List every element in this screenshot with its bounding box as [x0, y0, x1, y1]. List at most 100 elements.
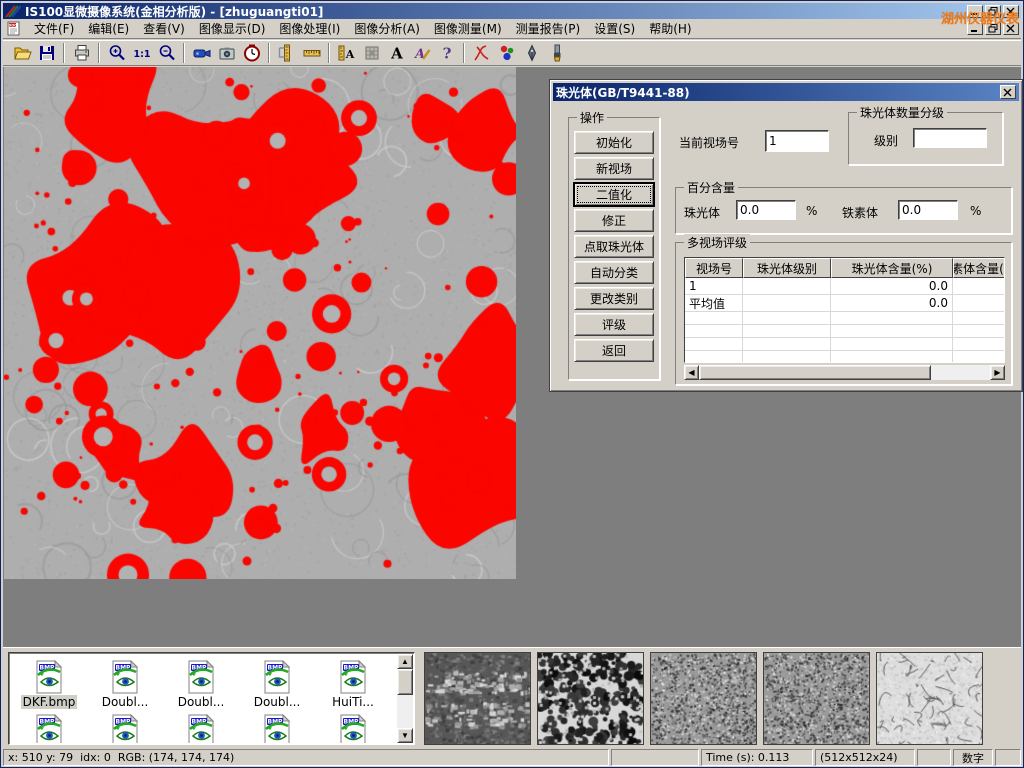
table-row-6[interactable] — [685, 351, 1004, 363]
zoom-out-button[interactable] — [154, 41, 179, 65]
op-button-9[interactable]: 返回 — [574, 339, 654, 362]
op-button-6[interactable]: 自动分类 — [574, 261, 654, 284]
table-header-2[interactable]: 珠光体级别 — [743, 258, 831, 278]
pearlite-value-input[interactable] — [736, 200, 796, 220]
file-item-3[interactable]: BMPDoubl... — [163, 655, 239, 709]
zoom-in-button[interactable] — [104, 41, 129, 65]
thumbnail-3[interactable] — [650, 652, 757, 745]
grid-merge-button[interactable] — [359, 41, 384, 65]
timer-icon — [242, 43, 262, 63]
scrollbar-thumb[interactable] — [397, 669, 413, 695]
table-header-3[interactable]: 珠光体含量(%) — [831, 258, 953, 278]
classify-dots-button[interactable] — [494, 41, 519, 65]
table-row-3[interactable] — [685, 312, 1004, 325]
file-name[interactable]: DKF.bmp — [21, 695, 78, 709]
op-button-7[interactable]: 更改类别 — [574, 287, 654, 310]
save-button[interactable] — [34, 41, 59, 65]
text-edit-button[interactable]: A — [409, 41, 434, 65]
table-header-4[interactable]: 铁素体含量(%) — [953, 258, 1005, 278]
file-name[interactable]: Doubl... — [100, 695, 151, 709]
thumbnail-5[interactable] — [876, 652, 983, 745]
menu-item-7[interactable]: 图像测量(M) — [427, 18, 509, 39]
file-item-2[interactable]: BMPDoubl... — [87, 655, 163, 709]
camera-capture-icon — [217, 43, 237, 63]
brush-tool-button[interactable] — [544, 41, 569, 65]
pen-tool-button[interactable] — [519, 41, 544, 65]
pen-tool-icon — [522, 43, 542, 63]
op-button-3[interactable]: 二值化 — [574, 183, 654, 206]
menu-item-4[interactable]: 图像显示(D) — [192, 18, 273, 39]
file-name[interactable]: HuiTi... — [330, 695, 376, 709]
scroll-down-button[interactable]: ▼ — [397, 728, 413, 743]
menu-item-8[interactable]: 测量报告(P) — [509, 18, 588, 39]
dialog-titlebar[interactable]: 珠光体(GB/T9441-88) — [553, 83, 1019, 101]
menu-item-9[interactable]: 设置(S) — [587, 18, 642, 39]
scrollbar-thumb[interactable] — [699, 365, 931, 380]
op-button-8[interactable]: 评级 — [574, 313, 654, 336]
file-list-scrollbar[interactable]: ▲ ▼ — [397, 654, 413, 743]
file-item-5[interactable]: BMPHuiTi... — [315, 655, 391, 709]
open-file-button[interactable] — [9, 41, 34, 65]
status-time: Time (s): 0.113 — [701, 749, 813, 766]
curve-tool-button[interactable] — [469, 41, 494, 65]
measure-text-button[interactable]: A — [334, 41, 359, 65]
document-icon[interactable]: DOC — [7, 21, 23, 36]
op-button-4[interactable]: 修正 — [574, 209, 654, 232]
table-row-5[interactable] — [685, 338, 1004, 351]
file-item-partial-2[interactable]: BMP — [87, 709, 163, 743]
thumbnail-1[interactable] — [424, 652, 531, 745]
file-item-partial-3[interactable]: BMP — [163, 709, 239, 743]
dialog-close-button[interactable] — [1000, 85, 1016, 99]
measure-text-icon: A — [337, 43, 357, 63]
text-label-button[interactable]: A — [384, 41, 409, 65]
table-row-1[interactable]: 10.0 — [685, 278, 1004, 295]
camera-capture-button[interactable] — [214, 41, 239, 65]
timer-button[interactable] — [239, 41, 264, 65]
rating-table[interactable]: 视场号珠光体级别珠光体含量(%)铁素体含量(%)10.0平均值0.0 — [684, 257, 1005, 363]
op-button-2[interactable]: 新视场 — [574, 157, 654, 180]
menu-item-6[interactable]: 图像分析(A) — [347, 18, 427, 39]
table-header-1[interactable]: 视场号 — [685, 258, 743, 278]
file-item-partial-4[interactable]: BMP — [239, 709, 315, 743]
print-button[interactable] — [69, 41, 94, 65]
menu-item-5[interactable]: 图像处理(I) — [272, 18, 347, 39]
file-item-partial-5[interactable]: BMP — [315, 709, 391, 743]
op-button-1[interactable]: 初始化 — [574, 131, 654, 154]
menu-item-2[interactable]: 编辑(E) — [81, 18, 136, 39]
ferrite-value-input[interactable] — [898, 200, 958, 220]
dialog-body: 操作 初始化新视场二值化修正点取珠光体自动分类更改类别评级返回 当前视场号 珠光… — [553, 101, 1019, 388]
video-capture-icon — [192, 43, 212, 63]
scroll-up-button[interactable]: ▲ — [397, 654, 413, 669]
file-item-4[interactable]: BMPDoubl... — [239, 655, 315, 709]
caliper-button[interactable] — [274, 41, 299, 65]
menu-item-1[interactable]: 文件(F) — [27, 18, 81, 39]
thumbnail-4[interactable] — [763, 652, 870, 745]
actual-size-button[interactable]: 1:1 — [129, 41, 154, 65]
file-item-partial-1[interactable]: BMP — [11, 709, 87, 743]
video-capture-button[interactable] — [189, 41, 214, 65]
level-input[interactable] — [913, 128, 987, 148]
menu-item-3[interactable]: 查看(V) — [136, 18, 192, 39]
help-icon: ? — [437, 43, 457, 63]
file-name[interactable]: Doubl... — [252, 695, 303, 709]
mdi-client-area: 珠光体(GB/T9441-88) 操作 初始化新视场二值化修正点取珠光体自动分类… — [3, 67, 1021, 647]
table-cell — [743, 325, 831, 338]
level-label: 级别 — [874, 132, 898, 149]
micrograph-image[interactable] — [4, 67, 516, 579]
thumbnail-2[interactable] — [537, 652, 644, 745]
current-field-input[interactable] — [765, 130, 829, 152]
ruler-button[interactable] — [299, 41, 324, 65]
bmp-file-icon: BMP — [33, 714, 65, 743]
scrollbar-track[interactable] — [931, 365, 990, 380]
operation-buttons: 初始化新视场二值化修正点取珠光体自动分类更改类别评级返回 — [574, 131, 654, 362]
scroll-left-button[interactable]: ◀ — [684, 365, 699, 380]
menu-item-10[interactable]: 帮助(H) — [642, 18, 698, 39]
table-row-4[interactable] — [685, 325, 1004, 338]
op-button-5[interactable]: 点取珠光体 — [574, 235, 654, 258]
file-item-1[interactable]: BMPDKF.bmp — [11, 655, 87, 709]
help-button[interactable]: ? — [434, 41, 459, 65]
scroll-right-button[interactable]: ▶ — [990, 365, 1005, 380]
table-horizontal-scrollbar[interactable]: ◀ ▶ — [684, 365, 1005, 380]
file-name[interactable]: Doubl... — [176, 695, 227, 709]
table-row-2[interactable]: 平均值0.0 — [685, 295, 1004, 312]
